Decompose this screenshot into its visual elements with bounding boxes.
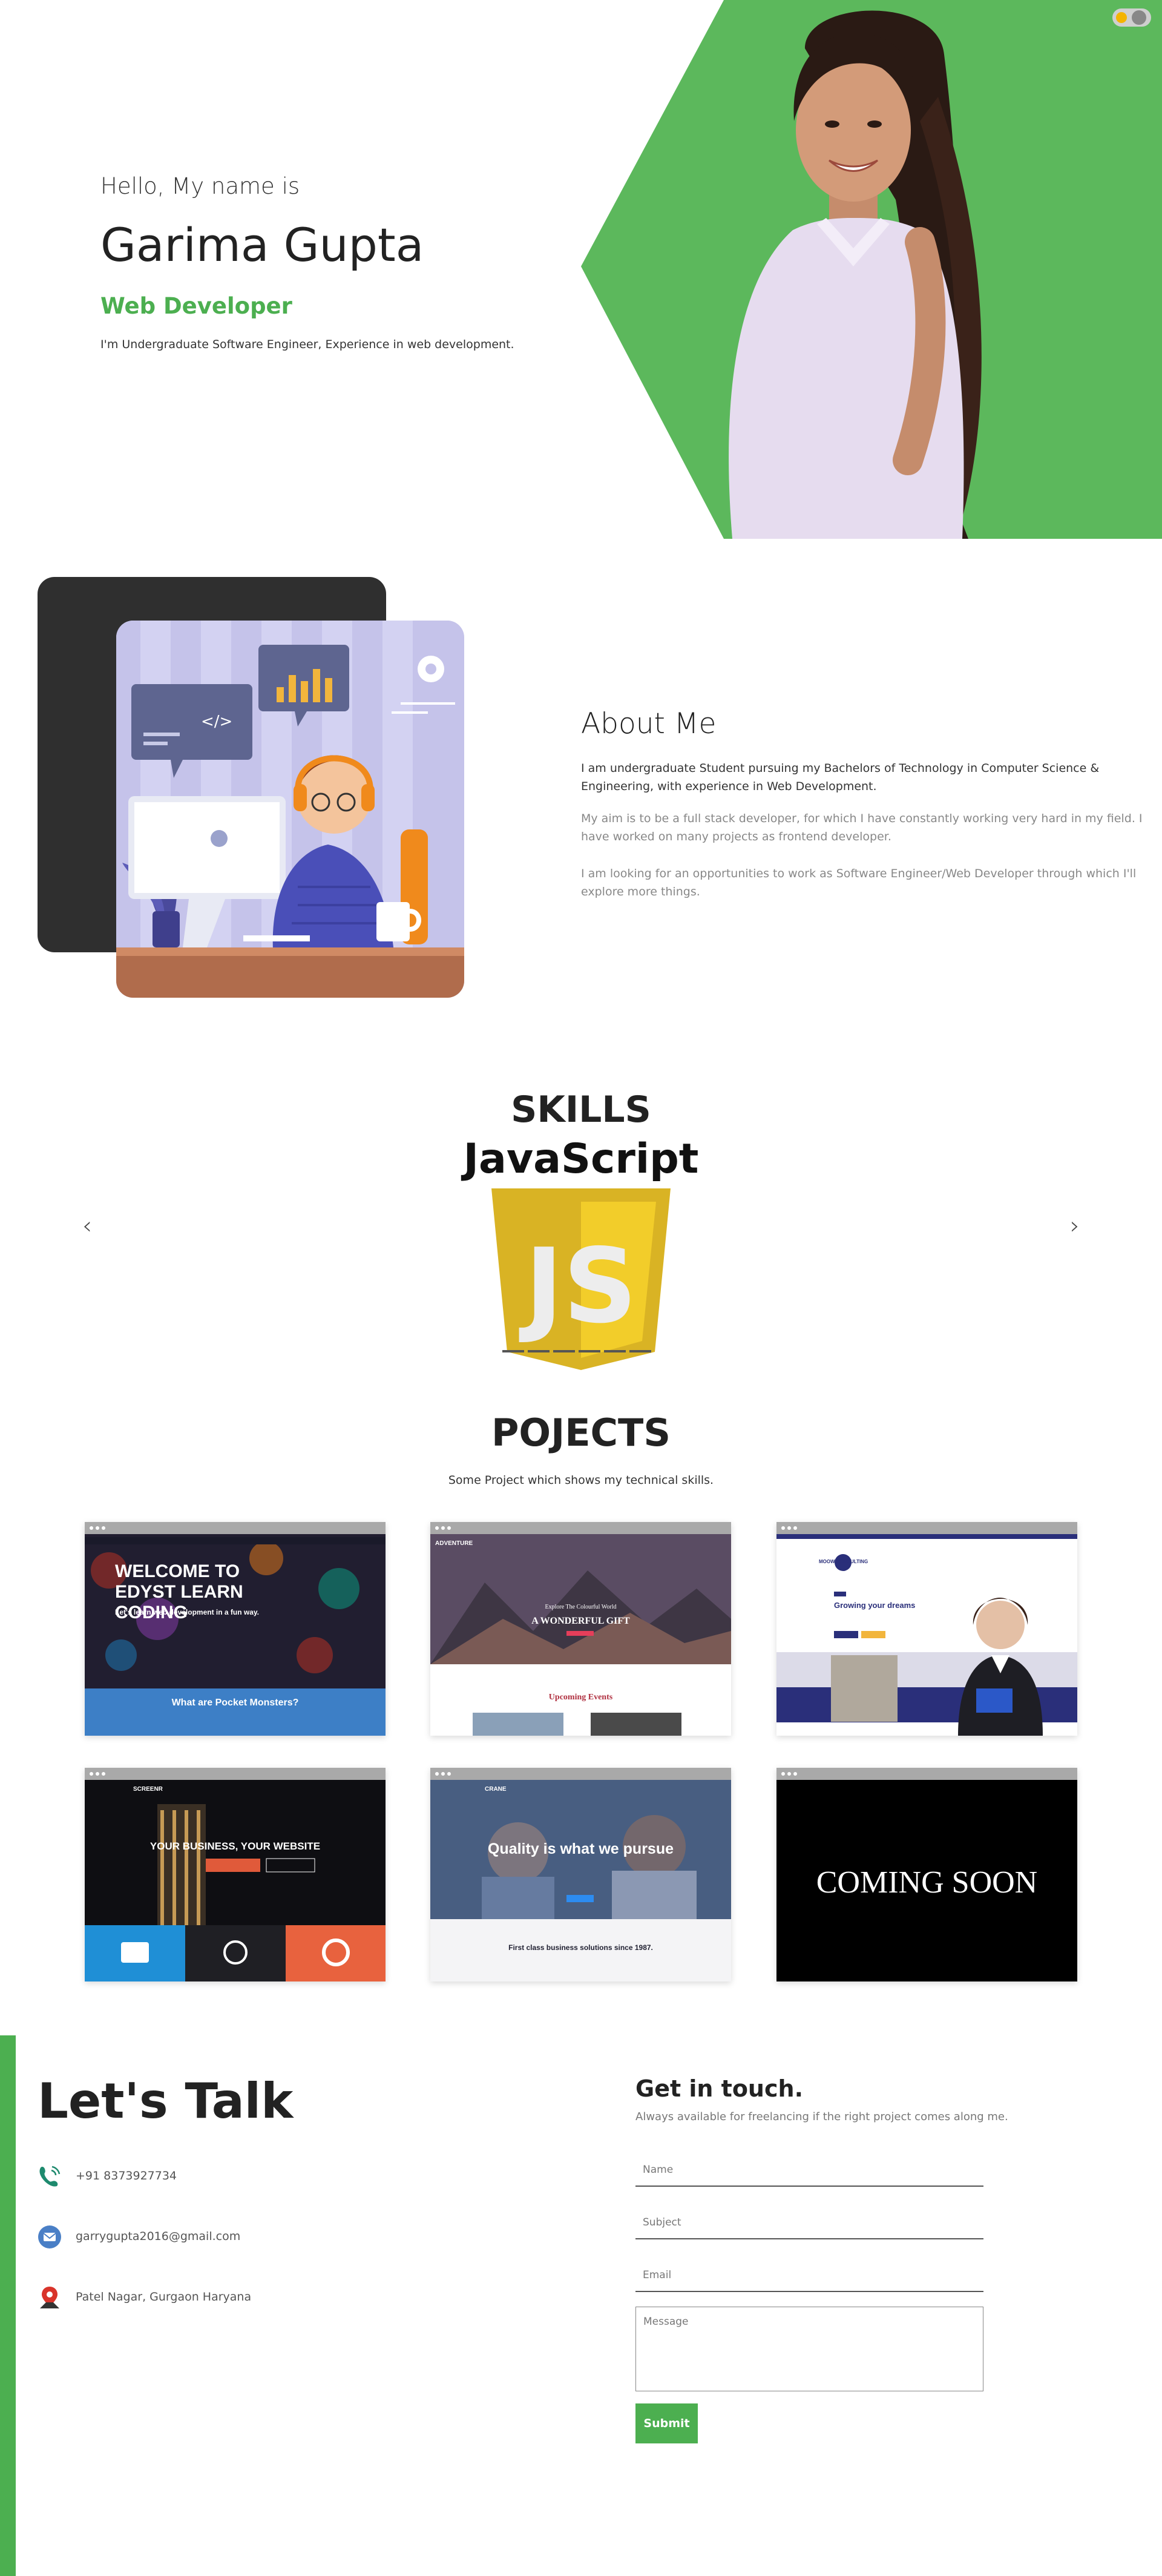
hero-role: Web Developer	[100, 293, 292, 319]
javascript-logo-icon: JS	[491, 1188, 671, 1370]
browser-bar	[776, 1768, 1077, 1780]
js-logo-text: JS	[519, 1227, 637, 1346]
contact-address: Patel Nagar, Gurgaon Haryana	[76, 2290, 252, 2304]
email-icon	[38, 2225, 61, 2248]
carousel-dot[interactable]	[553, 1350, 575, 1352]
project-heading: Quality is what we pursue	[487, 1840, 674, 1857]
theme-toggle[interactable]	[1112, 8, 1151, 27]
about-paragraph-1: I am undergraduate Student pursuing my B…	[581, 762, 1100, 793]
project-brand: ADVENTURE	[435, 1540, 473, 1547]
project-heading: A WONDERFUL GIFT	[531, 1616, 630, 1626]
project-section: Upcoming Events	[548, 1693, 613, 1702]
project-card-adventure[interactable]: ADVENTURE Explore The Colourful World A …	[430, 1522, 731, 1736]
submit-button[interactable]: Submit	[635, 2403, 698, 2443]
browser-bar	[776, 1522, 1077, 1534]
project-card-screenr[interactable]: SCREENR YOUR BUSINESS, YOUR WEBSITE	[85, 1768, 386, 1981]
about-paragraph-3: I am looking for an opportunities to wor…	[581, 867, 1137, 898]
hero-greeting: Hello, My name is	[100, 173, 300, 199]
project-preview: ADVENTURE Explore The Colourful World A …	[430, 1534, 731, 1736]
profile-photo	[729, 10, 982, 539]
project-card-edyst[interactable]: WELCOME TO EDYST LEARN CODING Let's lear…	[85, 1522, 386, 1736]
project-heading: COMING SOON	[816, 1865, 1038, 1900]
project-brand: SCREENR	[133, 1786, 163, 1793]
project-card-crane[interactable]: CRANE Quality is what we pursue First cl…	[430, 1768, 731, 1981]
project-brand: CRANE	[485, 1786, 507, 1793]
project-section: First class business solutions since 198…	[508, 1943, 653, 1952]
name-field[interactable]	[635, 2154, 983, 2187]
project-card-moow[interactable]: MOOW CONSULTING Growing your dreams	[776, 1522, 1077, 1736]
form-subtitle: Always available for freelancing if the …	[635, 2110, 1008, 2123]
browser-bar	[430, 1768, 731, 1780]
project-subheading: Explore The Colourful World	[545, 1604, 617, 1610]
form-title: Get in touch.	[635, 2075, 804, 2102]
project-heading: Growing your dreams	[834, 1601, 916, 1610]
contact-email[interactable]: garrygupta2016@gmail.com	[76, 2230, 240, 2243]
phone-icon	[39, 2166, 61, 2187]
projects-subtitle: Some Project which shows my technical sk…	[448, 1474, 714, 1487]
location-pin-icon	[40, 2287, 59, 2308]
svg-text:</>: </>	[201, 713, 232, 731]
contact-title: Let's Talk	[38, 2073, 294, 2129]
project-card-coming-soon[interactable]: COMING SOON	[776, 1768, 1077, 1981]
hero-name: Garima Gupta	[100, 218, 424, 272]
about-paragraph-2: My aim is to be a full stack developer, …	[581, 812, 1143, 843]
carousel-prev-button[interactable]: ‹	[75, 1212, 99, 1240]
browser-bar	[430, 1522, 731, 1534]
project-tagline: Let's learn web development in a fun way…	[115, 1608, 260, 1616]
about-illustration: </>	[116, 621, 464, 998]
projects-title: POJECTS	[491, 1411, 671, 1455]
about-title: About Me	[581, 707, 717, 740]
carousel-dot[interactable]	[604, 1350, 626, 1352]
carousel-dot[interactable]	[629, 1350, 651, 1352]
toggle-knob	[1132, 10, 1146, 25]
carousel-next-button[interactable]: ›	[1063, 1212, 1087, 1240]
project-preview: SCREENR YOUR BUSINESS, YOUR WEBSITE	[85, 1780, 386, 1981]
project-preview: CRANE Quality is what we pursue First cl…	[430, 1780, 731, 1981]
browser-bar	[85, 1768, 386, 1780]
browser-bar	[85, 1522, 386, 1534]
project-preview: MOOW CONSULTING Growing your dreams	[776, 1534, 1077, 1736]
carousel-dot[interactable]	[579, 1350, 600, 1352]
project-section: What are Pocket Monsters?	[171, 1698, 299, 1708]
carousel-indicators	[502, 1350, 660, 1354]
message-field[interactable]	[635, 2307, 983, 2391]
skills-title: SKILLS	[511, 1089, 651, 1131]
project-brand: MOOW CONSULTING	[819, 1559, 868, 1564]
skill-name: JavaScript	[463, 1135, 699, 1183]
carousel-dot[interactable]	[528, 1350, 550, 1352]
project-heading: YOUR BUSINESS, YOUR WEBSITE	[149, 1840, 321, 1852]
carousel-dot[interactable]	[502, 1350, 524, 1352]
project-preview: COMING SOON	[776, 1780, 1077, 1981]
project-preview: WELCOME TO EDYST LEARN CODING Let's lear…	[85, 1534, 386, 1736]
email-field[interactable]	[635, 2259, 983, 2292]
sun-icon	[1116, 12, 1127, 23]
hero-section: Hello, My name is Garima Gupta Web Devel…	[0, 0, 1162, 539]
hero-description: I'm Undergraduate Software Engineer, Exp…	[100, 338, 514, 351]
subject-field[interactable]	[635, 2207, 983, 2239]
contact-accent-stripe	[0, 2035, 16, 2576]
contact-phone[interactable]: +91 8373927734	[76, 2169, 177, 2182]
